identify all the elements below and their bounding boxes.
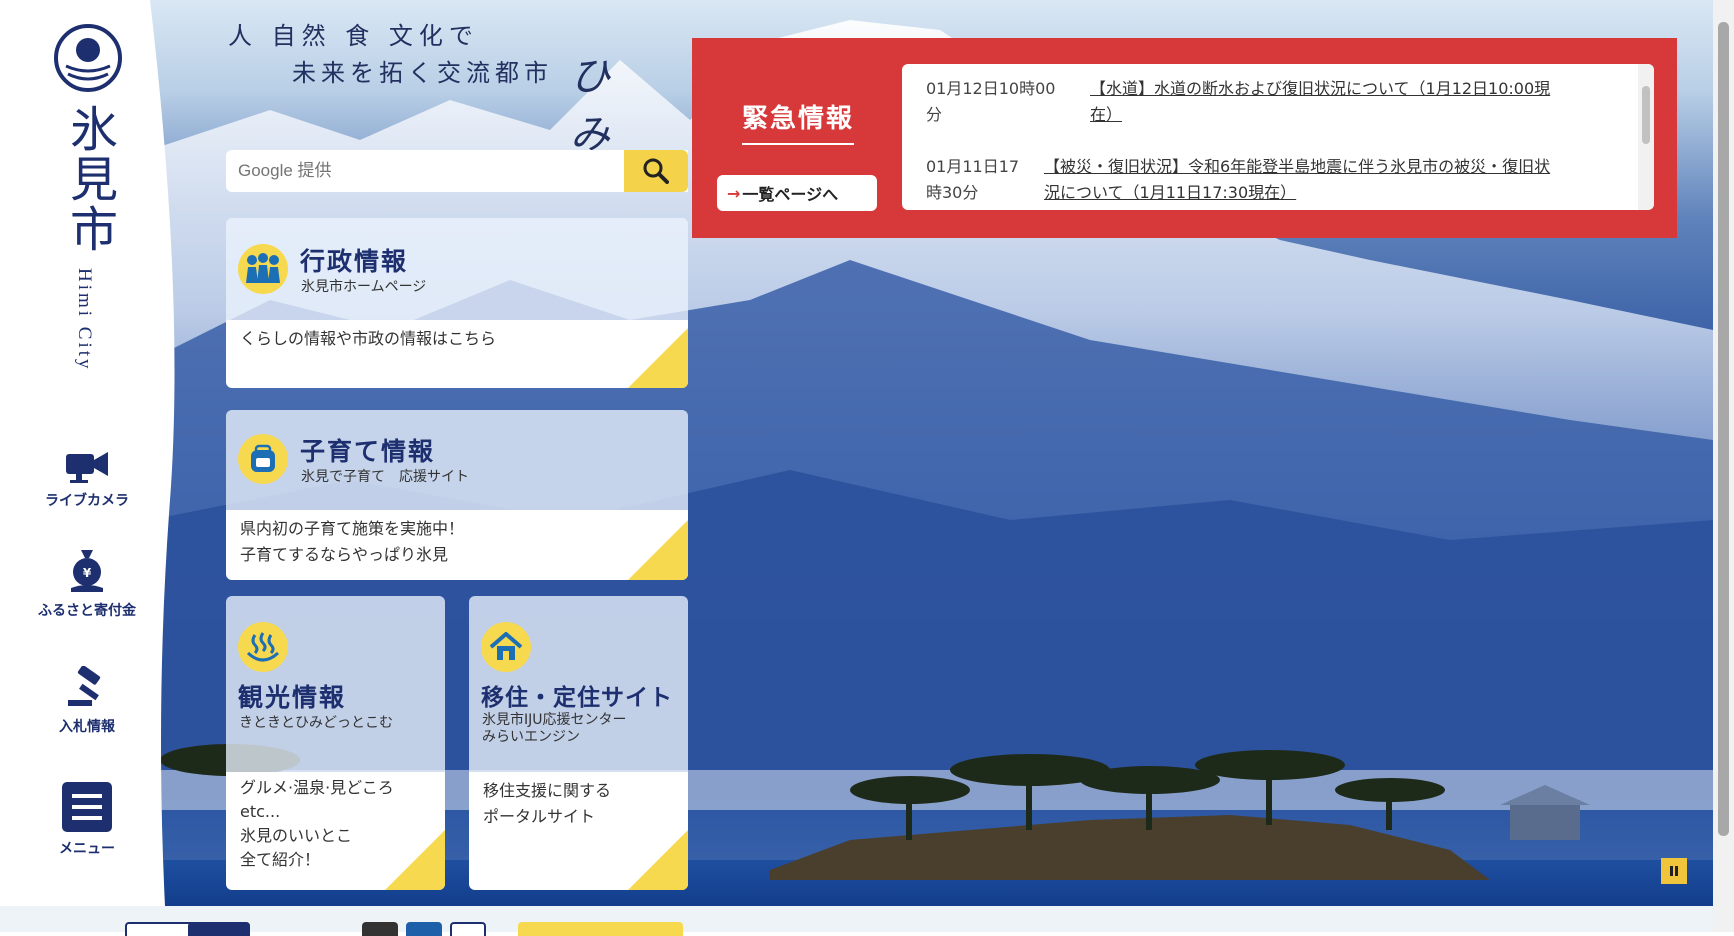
menu-icon — [62, 782, 112, 832]
donation-bag-icon: ¥ — [71, 550, 103, 592]
emergency-item-link-line1: 【被災・復旧状況】令和6年能登半島地震に伴う氷見市の被災・復旧状 — [1044, 157, 1551, 176]
city-name: 氷見市 — [61, 104, 117, 254]
emergency-item-link-line2: 在） — [1090, 105, 1123, 124]
left-sidebar: 氷見市 Himi City ライブカメラ ¥ ふるさと寄付金 入札情報 メニュー — [0, 0, 178, 906]
furusato-donation-link[interactable]: ¥ ふるさと寄付金 — [22, 548, 152, 620]
card-subtitle-line2: みらいエンジン — [482, 729, 580, 745]
arrow-right-icon: → — [727, 183, 741, 203]
gavel-icon — [68, 666, 101, 706]
emergency-item-date-line1: 01月12日10時00 — [926, 79, 1056, 98]
emergency-list-button[interactable]: → 一覧ページへ — [717, 175, 877, 211]
emergency-list[interactable]: 01月12日10時00 分 【水道】水道の断水および復旧状況について（1月12日… — [902, 64, 1654, 210]
card-title: 子育て情報 — [300, 437, 436, 466]
control-peek[interactable] — [406, 922, 442, 936]
live-camera-label: ライブカメラ — [45, 493, 129, 509]
city-logo-icon[interactable] — [52, 22, 124, 94]
site-search — [226, 150, 688, 192]
emergency-item-link-line2: 況について（1月11日17:30現在） — [1044, 183, 1297, 202]
emergency-item-link[interactable]: 【水道】水道の断水および復旧状況について（1月12日10:00現 在） — [1090, 76, 1654, 128]
card-description: くらしの情報や市政の情報はこちら — [240, 329, 497, 348]
emergency-list-scrollbar[interactable] — [1638, 64, 1654, 210]
card-description-line2: ポータルサイト — [483, 807, 596, 826]
menu-button[interactable]: メニュー — [22, 782, 152, 858]
bid-info-label: 入札情報 — [59, 719, 115, 735]
card-description-line1: 移住支援に関する — [483, 781, 612, 800]
pause-slideshow-button[interactable] — [1661, 858, 1687, 884]
card-description-line2: etc... — [240, 802, 281, 821]
card-subtitle-line1: 氷見市IJU応援センター — [482, 712, 627, 728]
card-description-line2: 子育てするならやっぱり氷見 — [240, 545, 449, 564]
next-section-peek — [0, 906, 1713, 936]
card-corner-accent — [628, 328, 688, 388]
city-name-roman: Himi City — [74, 268, 95, 372]
card-gyosei[interactable]: 行政情報 氷見市ホームページ くらしの情報や市政の情報はこちら — [226, 218, 688, 388]
house-icon — [481, 622, 531, 672]
card-corner-accent — [628, 830, 688, 890]
tab-peek-active[interactable] — [188, 922, 250, 936]
video-camera-icon — [66, 452, 108, 483]
emergency-heading: 緊急情報 — [742, 98, 855, 145]
banner-peek[interactable] — [518, 922, 683, 936]
backpack-icon — [238, 434, 288, 484]
hot-spring-icon — [238, 622, 288, 672]
card-title: 観光情報 — [238, 683, 347, 712]
card-kosodate[interactable]: 子育て情報 氷見で子育て 応援サイト 県内初の子育て施策を実施中！ 子育てするな… — [226, 410, 688, 580]
people-icon — [238, 244, 288, 294]
card-subtitle: 氷見市ホームページ — [301, 279, 427, 295]
pause-icon — [1670, 866, 1678, 876]
emergency-info-panel: 緊急情報 → 一覧ページへ 01月12日10時00 分 【水道】水道の断水および… — [692, 38, 1677, 238]
emergency-item-link-line1: 【水道】水道の断水および復旧状況について（1月12日10:00現 — [1090, 79, 1551, 98]
emergency-list-button-label: 一覧ページへ — [742, 185, 839, 204]
card-subtitle: 氷見で子育て 応援サイト — [301, 469, 469, 485]
tagline-line2: 未来を拓く交流都市 — [292, 59, 553, 87]
card-subtitle: きときとひみどっとこむ — [239, 715, 393, 731]
emergency-item-date-line2: 分 — [926, 105, 943, 124]
control-peek[interactable] — [450, 922, 486, 936]
scrollbar-thumb[interactable] — [1642, 86, 1650, 144]
live-camera-link[interactable]: ライブカメラ — [22, 448, 152, 510]
tagline-line1: 人 自然 食 文化で — [228, 22, 479, 50]
svg-text:¥: ¥ — [83, 566, 92, 580]
card-kanko[interactable]: 観光情報 きときとひみどっとこむ グルメ·温泉·見どころ etc... 氷見のい… — [226, 596, 445, 890]
card-description-line1: 県内初の子育て施策を実施中！ — [240, 519, 465, 538]
bid-info-link[interactable]: 入札情報 — [22, 666, 152, 736]
card-title: 移住・定住サイト — [481, 684, 673, 711]
card-corner-accent — [385, 830, 445, 890]
search-button[interactable] — [624, 150, 688, 192]
tagline-himi: ひみ — [570, 54, 618, 158]
control-peek[interactable] — [362, 922, 398, 936]
card-iju[interactable]: 移住・定住サイト 氷見市IJU応援センター みらいエンジン 移住支援に関する ポ… — [469, 596, 688, 890]
card-corner-accent — [628, 520, 688, 580]
search-input[interactable] — [226, 150, 624, 192]
page-scrollbar[interactable] — [1713, 0, 1734, 932]
furusato-donation-label: ふるさと寄付金 — [38, 603, 136, 619]
tagline: 人 自然 食 文化で 未来を拓く交流都市 ひみ — [228, 16, 610, 158]
search-icon — [643, 158, 669, 184]
card-title: 行政情報 — [300, 247, 409, 276]
page-scrollbar-thumb[interactable] — [1718, 22, 1729, 836]
emergency-item-link[interactable]: 【被災・復旧状況】令和6年能登半島地震に伴う氷見市の被災・復旧状 況について（1… — [1044, 154, 1614, 206]
card-description-line1: グルメ·温泉·見どころ — [240, 778, 394, 797]
menu-label: メニュー — [59, 841, 115, 857]
